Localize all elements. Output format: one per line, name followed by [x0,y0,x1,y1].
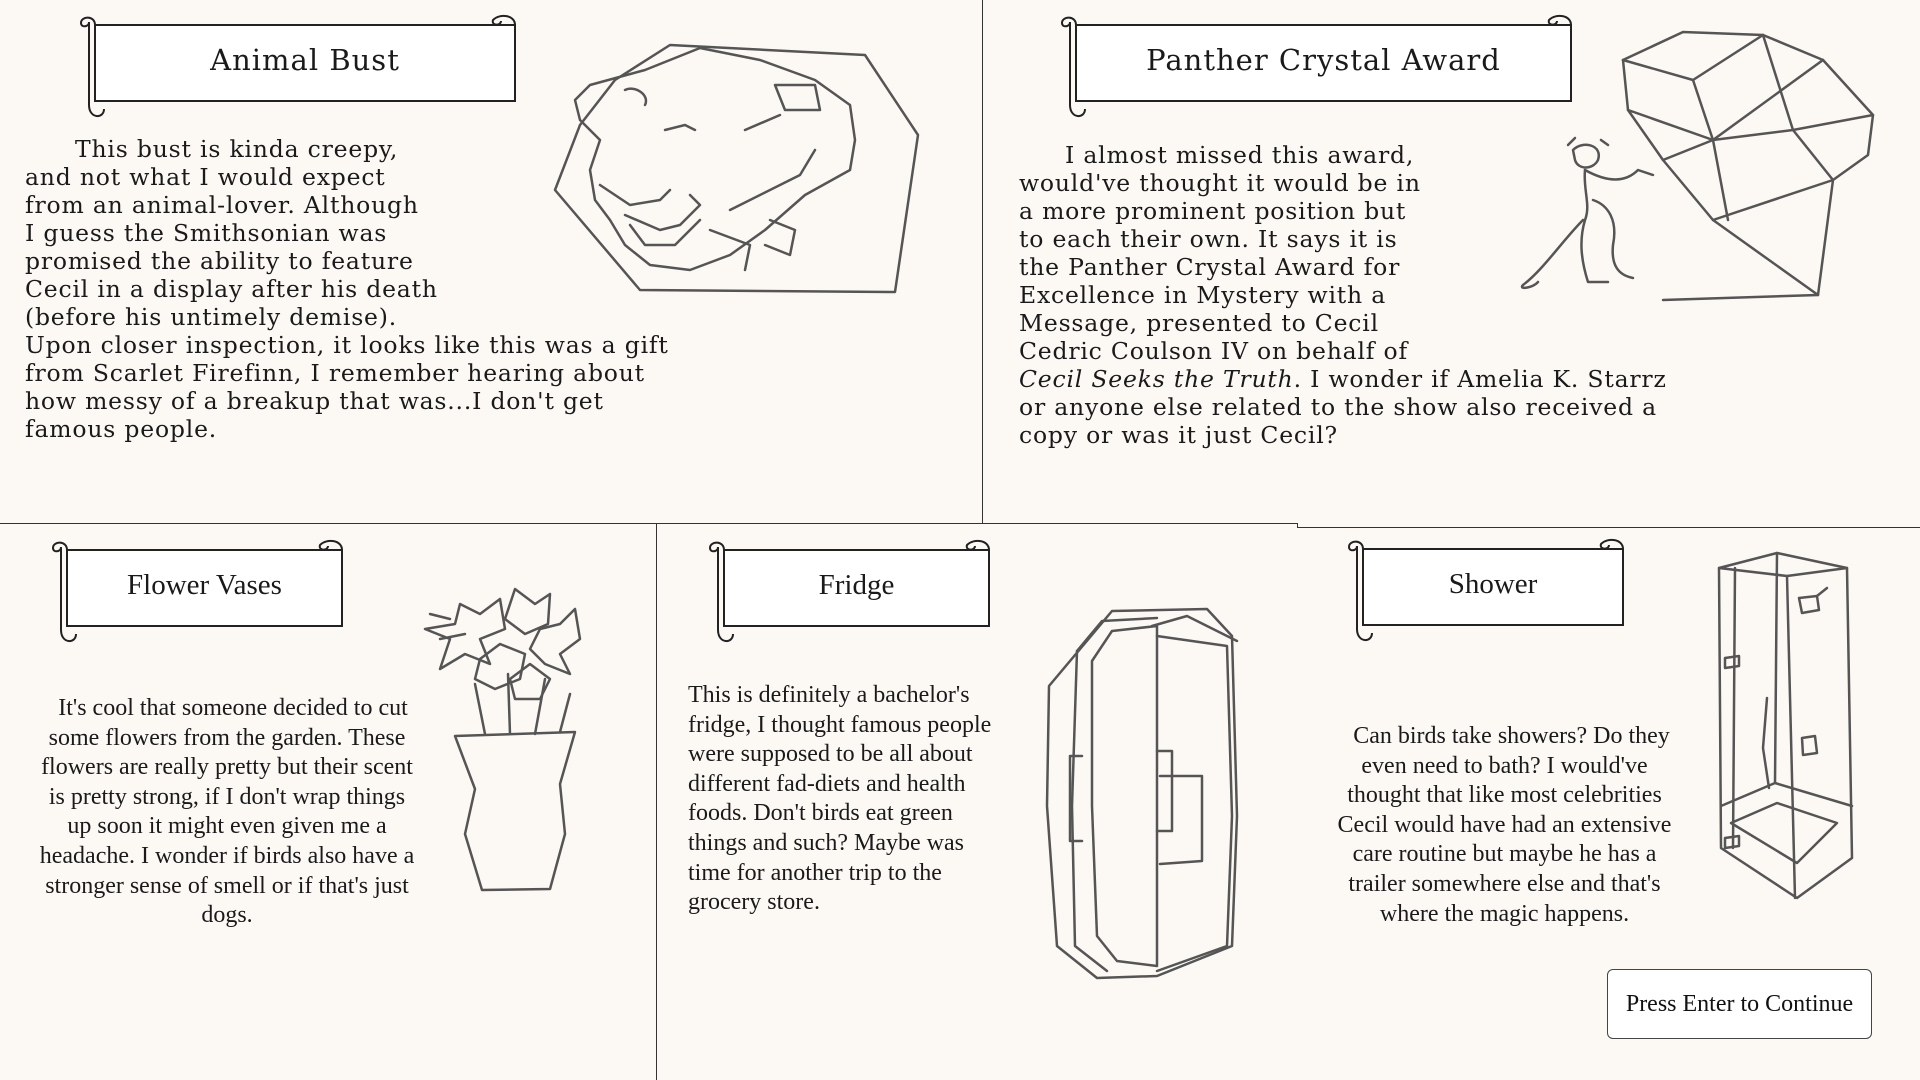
text-line: were supposed to be all about [688,741,973,768]
flower-vase-icon [423,587,582,892]
continue-button[interactable]: Press Enter to Continue [1607,969,1872,1039]
flower-vases-banner: Flower Vases [47,533,343,645]
text-line: how messy of a breakup that was...I don'… [25,387,604,415]
text-line: Can birds take showers? Do they [1353,723,1670,749]
text-line: Message, presented to Cecil [1019,309,1379,337]
text-line: stronger sense of smell or if that's jus… [45,872,409,899]
flower-vases-panel: Flower Vases It's cool that someone deci… [0,524,657,1080]
animal-bust-panel: Animal Bust This bust is kinda creepy, a… [0,0,983,524]
text-line: from Scarlet Firefinn, I remember hearin… [25,359,645,387]
text-line: things and such? Maybe was [688,829,964,856]
shower-description: Can birds take showers? Do they even nee… [1337,722,1672,929]
lion-head-bust-icon [553,43,920,294]
panther-crystal-award-icon [1520,30,1875,302]
text-line: or anyone else related to the show also … [1019,393,1657,421]
animal-bust-banner: Animal Bust [75,8,516,120]
fridge-icon [1045,607,1239,980]
text-line: even need to bath? I would've [1361,752,1648,779]
fridge-description: This is definitely a bachelor's fridge, … [688,681,991,918]
text-line: foods. Don't birds eat green [688,800,953,827]
text-line: dogs. [201,902,253,929]
text-line: copy or was it just Cecil? [1019,421,1338,449]
text-line: grocery store. [688,889,820,916]
text-line: some flowers from the garden. These [48,724,406,751]
panther-award-panel: Panther Crystal Award I almost missed th… [983,0,1920,528]
text-line: up soon it might even given me a [67,813,387,840]
text-line: Upon closer inspection, it looks like th… [25,331,669,359]
text-line: . I wonder if Amelia K. Starrz [1293,365,1667,393]
shower-banner: Shower [1343,532,1624,644]
fridge-panel: Fridge This is definitely a bachelor's f… [656,523,1298,1080]
text-line: where the magic happens. [1379,900,1630,927]
panther-award-banner: Panther Crystal Award [1056,8,1572,120]
text-line: This is definitely a bachelor's [688,682,970,708]
text-line: time for another trip to the [688,859,942,886]
flower-vases-title: Flower Vases [127,569,282,601]
text-line: thought that like most celebrities [1347,782,1662,809]
text-line: Cecil would have had an extensive [1337,811,1672,838]
text-line: different fad-diets and health [688,770,966,797]
animal-bust-title: Animal Bust [210,43,400,77]
shower-title: Shower [1448,568,1538,600]
text-line: It's cool that someone decided to cut [58,695,408,721]
fridge-title: Fridge [818,569,895,601]
text-line: headache. I wonder if birds also have a [39,842,415,869]
text-line: Cedric Coulson IV on behalf of [1019,337,1409,365]
text-line: (before his untimely demise). [25,303,397,331]
show-title: Cecil Seeks the Truth [1019,365,1294,393]
text-line: flowers are really pretty but their scen… [41,754,413,781]
text-line: trailer somewhere else and that's [1348,870,1661,897]
shower-stall-icon [1717,551,1854,900]
panther-award-title: Panther Crystal Award [1146,43,1501,77]
text-line: famous people. [25,415,218,443]
text-line: is pretty strong, if I don't wrap things [48,783,406,810]
fridge-banner: Fridge [704,533,990,645]
text-line: fridge, I thought famous people [688,711,992,738]
flower-vases-description: It's cool that someone decided to cut so… [22,694,432,931]
text-line: care routine but maybe he has a [1352,841,1657,868]
